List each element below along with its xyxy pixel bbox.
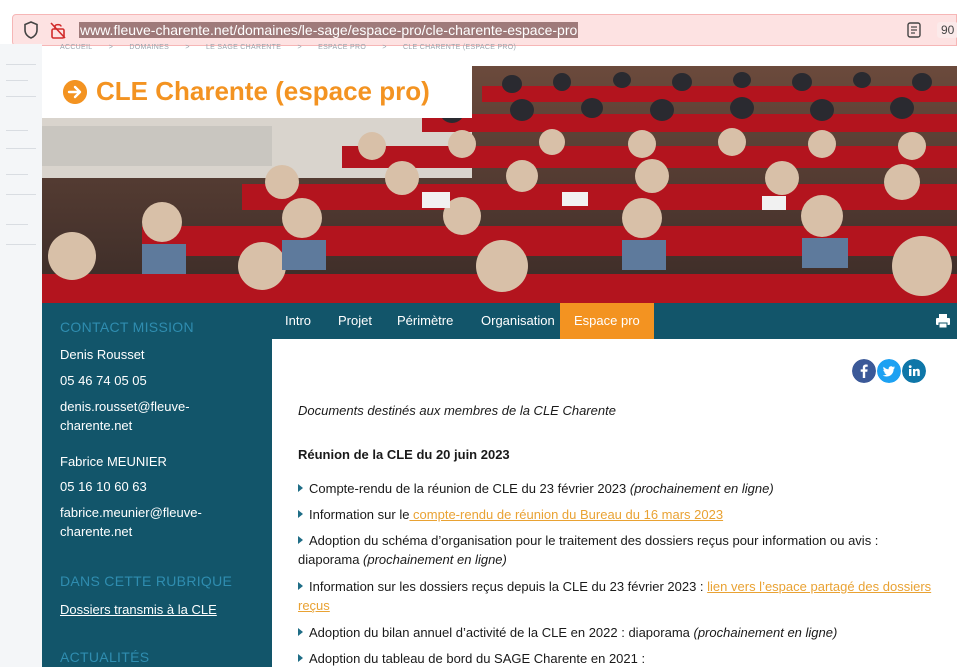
item-note: (prochainement en ligne) (629, 481, 774, 496)
bullet-arrow-icon (298, 628, 303, 636)
item-text: Adoption du tableau de bord du SAGE Char… (309, 651, 646, 666)
contact2-email[interactable]: fabrice.meunier@fleuve-charente.net (60, 503, 260, 541)
list-item: Information sur le compte-rendu de réuni… (298, 505, 938, 524)
page-side-decoration (0, 44, 42, 667)
shield-icon[interactable] (23, 21, 39, 39)
breadcrumb-current: CLE CHARENTE (ESPACE PRO) (402, 44, 517, 51)
item-text: Information sur le (309, 507, 410, 522)
sidebar: CONTACT MISSION Denis Rousset 05 46 74 0… (42, 303, 272, 667)
browser-toolbar: www.fleuve-charente.net/domaines/le-sage… (0, 0, 957, 46)
item-text: Information sur les dossiers reçus depui… (309, 579, 708, 594)
bullet-arrow-icon (298, 582, 303, 590)
item-note: (prochainement en ligne) (693, 625, 838, 640)
url-host: www.fleuve-charente.net (80, 22, 234, 38)
breadcrumb-espace-pro[interactable]: ESPACE PRO (318, 44, 366, 51)
list-item: Adoption du bilan annuel d’activité de l… (298, 623, 938, 642)
breadcrumb-separator: > (185, 44, 190, 51)
contact1-email[interactable]: denis.rousset@fleuve-charente.net (60, 397, 260, 435)
tab-espace-pro[interactable]: Espace pro (560, 303, 654, 339)
item-text: Adoption du bilan annuel d’activité de l… (309, 625, 694, 640)
main-content: Documents destinés aux membres de la CLE… (272, 339, 957, 667)
breadcrumb-sage[interactable]: LE SAGE CHARENTE (206, 44, 281, 51)
contact-heading: CONTACT MISSION (60, 319, 194, 335)
contact1-phone[interactable]: 05 46 74 05 05 (60, 371, 260, 390)
intro-text: Documents destinés aux membres de la CLE… (298, 403, 616, 418)
url-text[interactable]: www.fleuve-charente.net/domaines/le-sage… (79, 22, 579, 38)
zoom-indicator[interactable]: 90 (937, 22, 957, 38)
linkedin-icon[interactable] (902, 359, 926, 383)
list-item: Adoption du schéma d’organisation pour l… (298, 531, 938, 569)
breadcrumb-home[interactable]: ACCUEIL (60, 44, 92, 51)
rubrique-heading: DANS CETTE RUBRIQUE (60, 573, 233, 589)
address-bar[interactable]: www.fleuve-charente.net/domaines/le-sage… (12, 14, 957, 46)
bullet-arrow-icon (298, 654, 303, 662)
rubrique-link[interactable]: Dossiers transmis à la CLE (60, 600, 260, 619)
print-icon[interactable] (935, 313, 951, 329)
tab-organisation[interactable]: Organisation (481, 303, 555, 339)
lock-slash-icon[interactable] (49, 21, 67, 39)
contact1-name: Denis Rousset (60, 347, 145, 362)
url-path: /domaines/le-sage/espace-pro/cle-charent… (233, 22, 578, 38)
breadcrumb-domaines[interactable]: DOMAINES (129, 44, 169, 51)
news-heading: ACTUALITÉS (60, 649, 150, 665)
tab-bar: Intro Projet Périmètre Organisation Espa… (272, 303, 957, 339)
breadcrumb-separator: > (108, 44, 114, 51)
list-item: Compte-rendu de la réunion de CLE du 23 … (298, 479, 938, 498)
bullet-arrow-icon (298, 484, 303, 492)
contact2-name: Fabrice MEUNIER (60, 454, 167, 469)
tab-projet[interactable]: Projet (338, 303, 372, 339)
item-note: (prochainement en ligne) (363, 552, 507, 567)
breadcrumb-separator: > (297, 44, 302, 51)
list-item: Adoption du tableau de bord du SAGE Char… (298, 649, 938, 667)
arrow-circle-right-icon (63, 80, 87, 104)
tab-perimetre[interactable]: Périmètre (397, 303, 453, 339)
item-text: Compte-rendu de la réunion de CLE du 23 … (309, 481, 630, 496)
facebook-icon[interactable] (852, 359, 876, 383)
bullet-arrow-icon (298, 536, 303, 544)
reader-view-icon[interactable] (907, 22, 921, 38)
twitter-icon[interactable] (877, 359, 901, 383)
contact2-phone[interactable]: 05 16 10 60 63 (60, 477, 260, 496)
breadcrumb: ACCUEIL > DOMAINES > LE SAGE CHARENTE > … (60, 44, 530, 51)
list-item: Information sur les dossiers reçus depui… (298, 577, 938, 615)
tab-intro[interactable]: Intro (285, 303, 311, 339)
bullet-arrow-icon (298, 510, 303, 518)
breadcrumb-separator: > (382, 44, 387, 51)
page-title: CLE Charente (espace pro) (96, 76, 430, 106)
bureau-report-link[interactable]: compte-rendu de réunion du Bureau du 16 … (409, 507, 723, 522)
section-title: Réunion de la CLE du 20 juin 2023 (298, 447, 510, 462)
